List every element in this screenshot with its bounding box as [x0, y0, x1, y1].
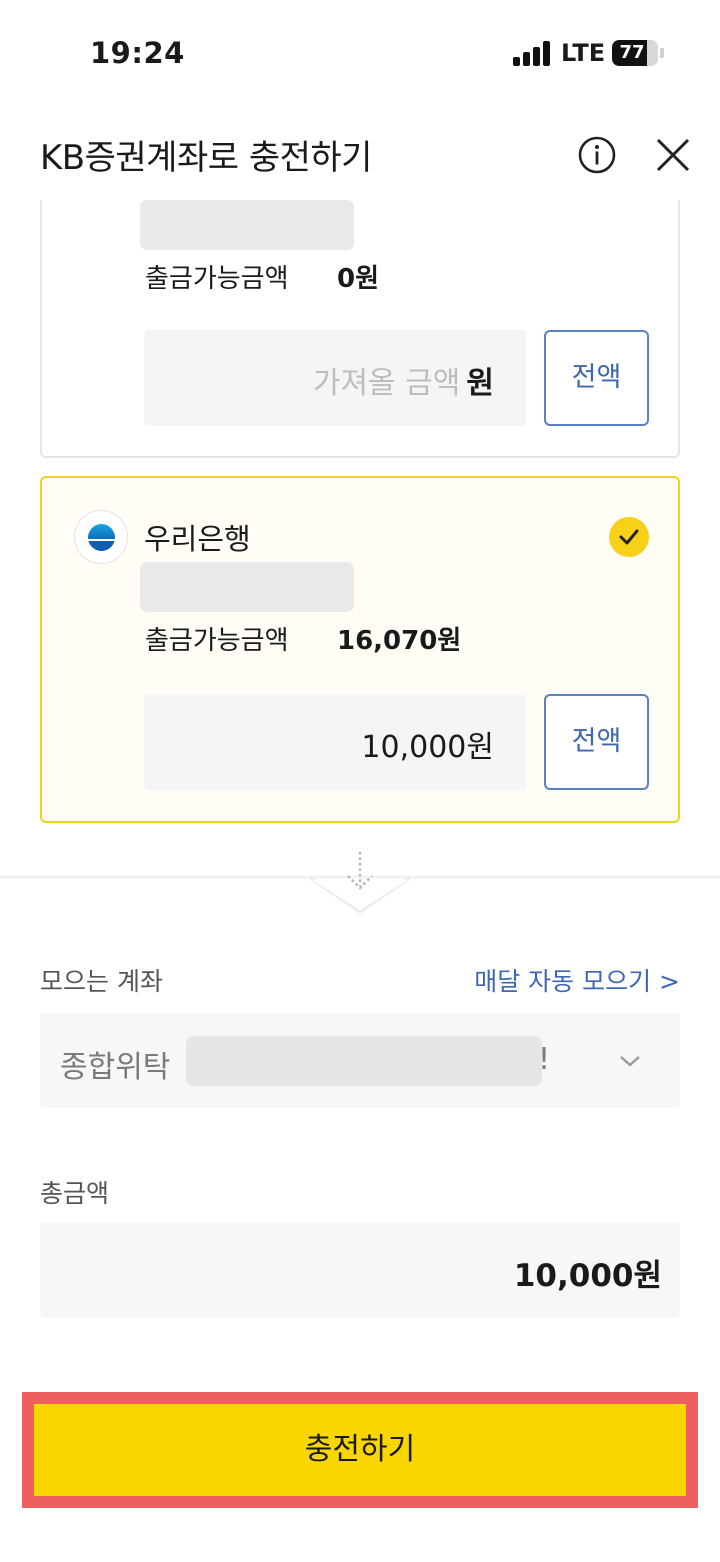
account-type: 종합위탁 — [60, 1050, 171, 1085]
page-title: KB증권계좌로 충전하기 — [40, 138, 372, 178]
info-icon[interactable] — [578, 136, 616, 174]
amount-value: 10,000원 — [361, 730, 494, 765]
auto-save-link[interactable]: 매달 자동 모으기 > — [474, 962, 680, 998]
status-bar: 19:24 LTE 77 — [0, 0, 720, 100]
masked-account-number — [186, 1036, 542, 1086]
available-label: 출금가능금액 — [145, 626, 289, 656]
full-amount-button[interactable]: 전액 — [544, 330, 649, 426]
available-value: 0원 — [337, 264, 380, 294]
battery-icon: 77 — [612, 40, 658, 66]
amount-input[interactable]: 10,000원 — [144, 694, 526, 790]
network-type: LTE — [561, 39, 606, 67]
source-account-card-selected[interactable]: 우리은행 출금가능금액 16,070원 10,000원 전액 — [40, 476, 680, 823]
battery-cap — [660, 48, 664, 58]
available-value: 16,070원 — [337, 626, 462, 656]
charge-button[interactable]: 충전하기 — [34, 1404, 686, 1496]
masked-account-number — [140, 562, 354, 612]
total-label: 총금액 — [40, 1179, 110, 1208]
bank-name: 우리은행 — [144, 522, 251, 556]
account-tail: ! — [538, 1042, 551, 1077]
masked-account-number — [140, 200, 354, 250]
check-icon[interactable] — [609, 517, 649, 557]
target-account-select[interactable]: 종합위탁 ! — [40, 1013, 680, 1108]
available-label: 출금가능금액 — [145, 264, 289, 294]
close-icon[interactable] — [655, 137, 691, 173]
target-account-label: 모으는 계좌 — [40, 967, 163, 996]
status-time: 19:24 — [90, 36, 185, 70]
chevron-down-icon[interactable] — [618, 1051, 642, 1071]
amount-input[interactable]: 가져올 금액 원 — [144, 330, 526, 426]
total-amount-field: 10,000원 — [40, 1222, 680, 1318]
battery-level: 77 — [619, 42, 645, 63]
signal-icon — [513, 40, 551, 66]
full-amount-button[interactable]: 전액 — [544, 694, 649, 790]
down-arrow-icon — [347, 852, 373, 890]
amount-unit: 원 — [466, 366, 494, 401]
source-accounts-list[interactable]: 출금가능금액 0원 가져올 금액 원 전액 우리은행 출금가능금액 16,070원… — [0, 200, 720, 850]
amount-placeholder: 가져올 금액 — [312, 366, 461, 401]
woori-bank-logo-icon — [74, 510, 128, 564]
total-amount-value: 10,000원 — [513, 1258, 662, 1294]
source-account-card[interactable]: 출금가능금액 0원 가져올 금액 원 전액 — [40, 200, 680, 458]
